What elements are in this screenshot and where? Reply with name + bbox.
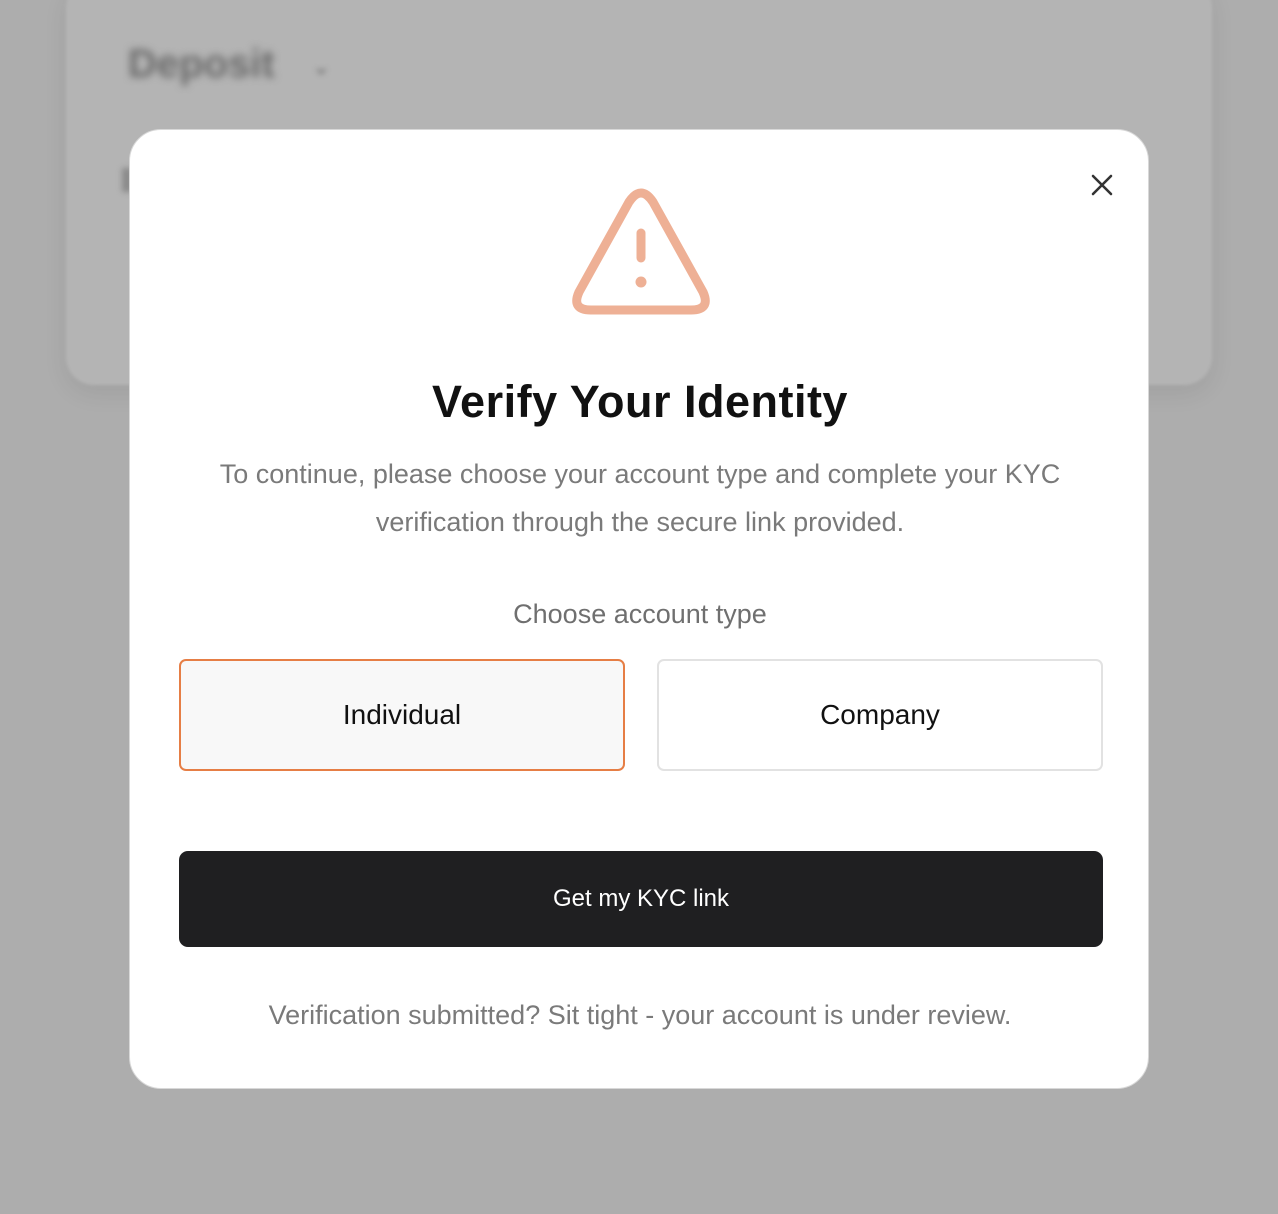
account-type-company-label: Company <box>820 699 940 730</box>
close-button[interactable] <box>1080 163 1124 207</box>
close-icon <box>1091 174 1113 196</box>
verify-identity-modal: Verify Your Identity To continue, please… <box>129 129 1149 1089</box>
get-kyc-link-button-label: Get my KYC link <box>552 885 730 912</box>
get-kyc-link-button[interactable]: Get my KYC link <box>179 851 1103 947</box>
modal-description: To continue, please choose your account … <box>219 459 1061 537</box>
account-type-individual-label: Individual <box>342 699 462 730</box>
verification-status-note: Verification submitted? Sit tight - your… <box>268 1000 1012 1030</box>
modal-title: Verify Your Identity <box>432 376 848 427</box>
account-type-individual-option[interactable]: Individual <box>179 659 625 771</box>
warning-triangle-icon <box>572 188 710 315</box>
account-type-label: Choose account type <box>513 599 767 629</box>
background-page-title: Deposit <box>128 42 275 86</box>
chevron-down-icon: ⌄ <box>312 54 331 79</box>
account-type-company-option[interactable]: Company <box>657 659 1103 771</box>
